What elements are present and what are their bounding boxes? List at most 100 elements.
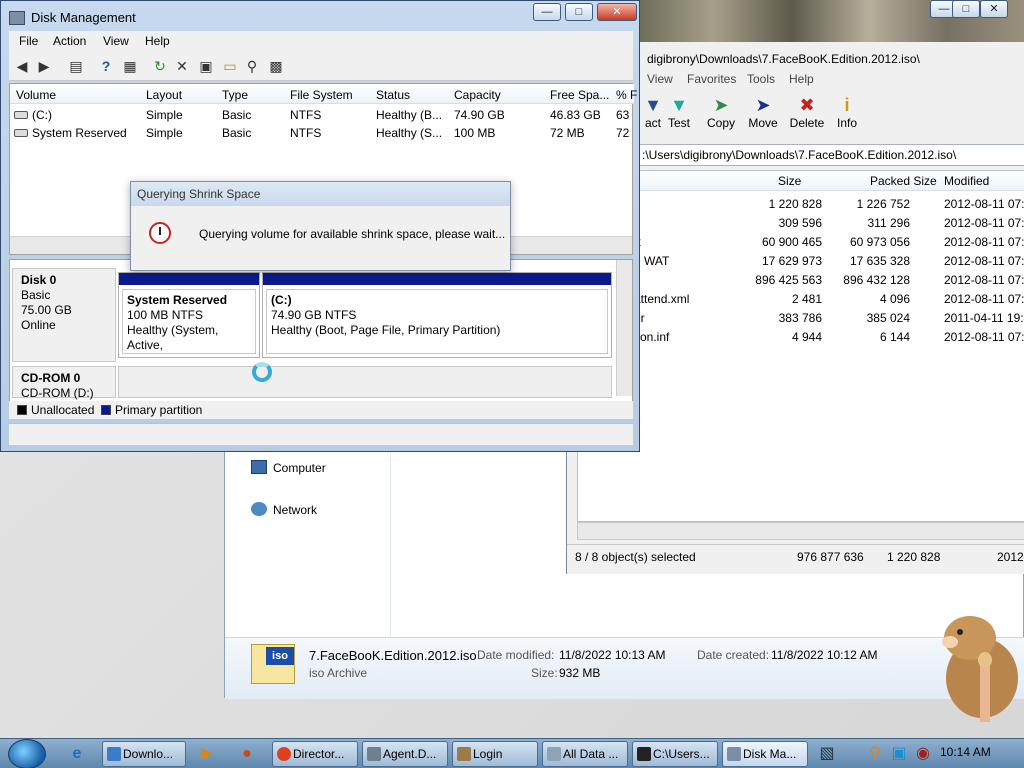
taskbar-button-disk-management[interactable]: Disk Ma... bbox=[722, 741, 808, 767]
nav-item-computer[interactable]: Computer bbox=[251, 459, 326, 477]
partition-c[interactable]: (C:) 74.90 GB NTFS Healthy (Boot, Page F… bbox=[262, 272, 612, 358]
col-modified[interactable]: Modified bbox=[944, 174, 989, 188]
menu-view[interactable]: View bbox=[647, 72, 673, 86]
volume-row[interactable]: (C:) Simple Basic NTFS Healthy (B... 74.90 GB… bbox=[10, 106, 634, 124]
file-row[interactable]: attend.xml 2 481 4 096 2012-08-11 07:5 bbox=[578, 290, 1024, 309]
col-percent-free[interactable]: % F bbox=[616, 88, 637, 102]
file-name: 7.FaceBooK.Edition.2012.iso bbox=[309, 648, 477, 663]
refresh-icon[interactable]: ↻ bbox=[151, 57, 169, 75]
close-button[interactable]: ✕ bbox=[597, 3, 637, 21]
copy-button[interactable]: ➤ Copy bbox=[699, 94, 743, 130]
file-row[interactable]: er383 786385 0242011-04-11 19:4 bbox=[578, 309, 1024, 328]
menu-favorites[interactable]: Favorites bbox=[687, 72, 736, 86]
move-icon: ➤ bbox=[755, 95, 771, 115]
properties-icon[interactable]: ▦ bbox=[121, 57, 139, 75]
legend: Unallocated Primary partition bbox=[9, 401, 633, 419]
internet-explorer-icon[interactable]: e bbox=[66, 743, 88, 765]
console-tree-icon[interactable]: ▤ bbox=[67, 57, 85, 75]
maximize-button[interactable]: □ bbox=[565, 3, 593, 21]
taskbar-button-login[interactable]: Login bbox=[452, 741, 538, 767]
disk-0-label[interactable]: Disk 0 Basic 75.00 GB Online bbox=[12, 268, 116, 362]
file-row[interactable]: 309 596 311 296 2012-08-11 07:3 bbox=[578, 214, 1024, 233]
unallocated-swatch bbox=[17, 405, 27, 415]
delete-button[interactable]: ✖ Delete bbox=[785, 94, 829, 130]
firefox-icon[interactable]: ● bbox=[236, 743, 258, 765]
computer-icon bbox=[251, 460, 267, 474]
disk-management-app-icon bbox=[9, 11, 25, 25]
copy-icon: ➤ bbox=[713, 95, 729, 115]
menu-help[interactable]: Help bbox=[145, 34, 170, 48]
menu-action[interactable]: Action bbox=[53, 34, 86, 48]
col-capacity[interactable]: Capacity bbox=[454, 88, 501, 102]
file-row[interactable]: ft60 900 46560 973 0562012-08-11 07:3 bbox=[578, 233, 1024, 252]
dialog-title: Querying Shrink Space bbox=[131, 182, 510, 206]
cdrom-0-label[interactable]: CD-ROM 0 CD-ROM (D:) bbox=[12, 366, 116, 400]
check-icon[interactable]: ▣ bbox=[197, 57, 215, 75]
back-icon[interactable]: ◀ bbox=[13, 57, 31, 75]
col-filesystem[interactable]: File System bbox=[290, 88, 353, 102]
search-tray-icon[interactable]: ⚲ bbox=[864, 743, 886, 765]
file-created: 11/8/2022 10:12 AM bbox=[771, 648, 878, 662]
col-type[interactable]: Type bbox=[222, 88, 248, 102]
taskbar-button-downloads[interactable]: Downlo... bbox=[102, 741, 186, 767]
menubar: File Action View Help bbox=[9, 31, 633, 51]
settings-icon[interactable]: ▩ bbox=[267, 57, 285, 75]
sevenzip-hscrollbar[interactable] bbox=[577, 522, 1024, 540]
taskbar-clock[interactable]: 10:14 AM bbox=[940, 745, 991, 759]
col-status[interactable]: Status bbox=[376, 88, 410, 102]
primary-partition-bar bbox=[119, 273, 259, 285]
volume-row[interactable]: System Reserved Simple Basic NTFS Healthy (S… bbox=[10, 124, 634, 142]
taskbar-button-7zip[interactable]: C:\Users... bbox=[632, 741, 718, 767]
col-volume[interactable]: Volume bbox=[16, 88, 56, 102]
search-icon[interactable]: ⚲ bbox=[243, 57, 261, 75]
start-button[interactable] bbox=[8, 739, 46, 768]
info-button[interactable]: i Info bbox=[825, 94, 869, 130]
volume-tray-icon[interactable]: ◉ bbox=[912, 743, 934, 765]
busy-cursor-icon bbox=[252, 362, 272, 382]
tray-app-icon[interactable]: ▧ bbox=[816, 743, 838, 765]
clock-icon bbox=[149, 222, 171, 244]
test-button[interactable]: ▼ Test bbox=[657, 94, 701, 130]
open-folder-icon[interactable]: ▭ bbox=[221, 57, 239, 75]
user-icon bbox=[457, 747, 471, 761]
forward-icon[interactable]: ▶ bbox=[35, 57, 53, 75]
primary-partition-swatch bbox=[101, 405, 111, 415]
delete-icon[interactable]: ✕ bbox=[173, 57, 191, 75]
minimize-button[interactable]: — bbox=[533, 3, 561, 21]
taskbar-button-director[interactable]: Director... bbox=[272, 741, 358, 767]
col-layout[interactable]: Layout bbox=[146, 88, 182, 102]
file-row[interactable]: tion.inf 4 944 6 144 2012-08-11 07:5 bbox=[578, 328, 1024, 347]
background-close-button[interactable]: ✕ bbox=[980, 0, 1008, 18]
background-maximize-button[interactable]: □ bbox=[952, 0, 980, 18]
disk-map-vscrollbar[interactable] bbox=[616, 260, 632, 396]
cdrom-media-area[interactable] bbox=[118, 366, 612, 398]
sevenzip-statusbar: 8 / 8 object(s) selected 976 877 636 1 2… bbox=[567, 544, 1024, 568]
partition-system-reserved[interactable]: System Reserved 100 MB NTFS Healthy (Sys… bbox=[118, 272, 260, 358]
disk-management-icon bbox=[727, 747, 741, 761]
file-type: iso Archive bbox=[309, 666, 368, 680]
col-free-space[interactable]: Free Spa... bbox=[550, 88, 609, 102]
status-date: 2012- bbox=[997, 550, 1024, 564]
test-icon: ▼ bbox=[670, 95, 688, 115]
col-packed-size[interactable]: Packed Size bbox=[870, 174, 937, 188]
col-size[interactable]: Size bbox=[778, 174, 801, 188]
file-row[interactable]: 1 220 828 1 226 752 2012-08-11 07:3 bbox=[578, 195, 1024, 214]
taskbar-button-all-data[interactable]: All Data ... bbox=[542, 741, 628, 767]
menu-tools[interactable]: Tools bbox=[747, 72, 775, 86]
taskbar-button-agent[interactable]: Agent.D... bbox=[362, 741, 448, 767]
menu-file[interactable]: File bbox=[19, 34, 38, 48]
sevenzip-path-field[interactable]: :\Users\digibrony\Downloads\7.FaceBooK.E… bbox=[637, 144, 1024, 166]
menu-view[interactable]: View bbox=[103, 34, 129, 48]
sevenzip-list-header: Size Packed Size Modified bbox=[578, 171, 1024, 191]
file-row[interactable]: 896 425 563 896 432 128 2012-08-11 07:5 bbox=[578, 271, 1024, 290]
help-icon[interactable]: ? bbox=[97, 57, 115, 75]
menu-help[interactable]: Help bbox=[789, 72, 814, 86]
browser-icon bbox=[107, 747, 121, 761]
file-modified: 11/8/2022 10:13 AM bbox=[559, 648, 666, 662]
disk-map: Disk 0 Basic 75.00 GB Online System Rese… bbox=[9, 259, 633, 419]
media-player-icon[interactable]: ▶ bbox=[196, 743, 218, 765]
file-row[interactable]: e WAT 17 629 973 17 635 328 2012-08-11 07:3 bbox=[578, 252, 1024, 271]
nav-item-network[interactable]: Network bbox=[251, 501, 317, 519]
display-tray-icon[interactable]: ▣ bbox=[888, 743, 910, 765]
move-button[interactable]: ➤ Move bbox=[741, 94, 785, 130]
